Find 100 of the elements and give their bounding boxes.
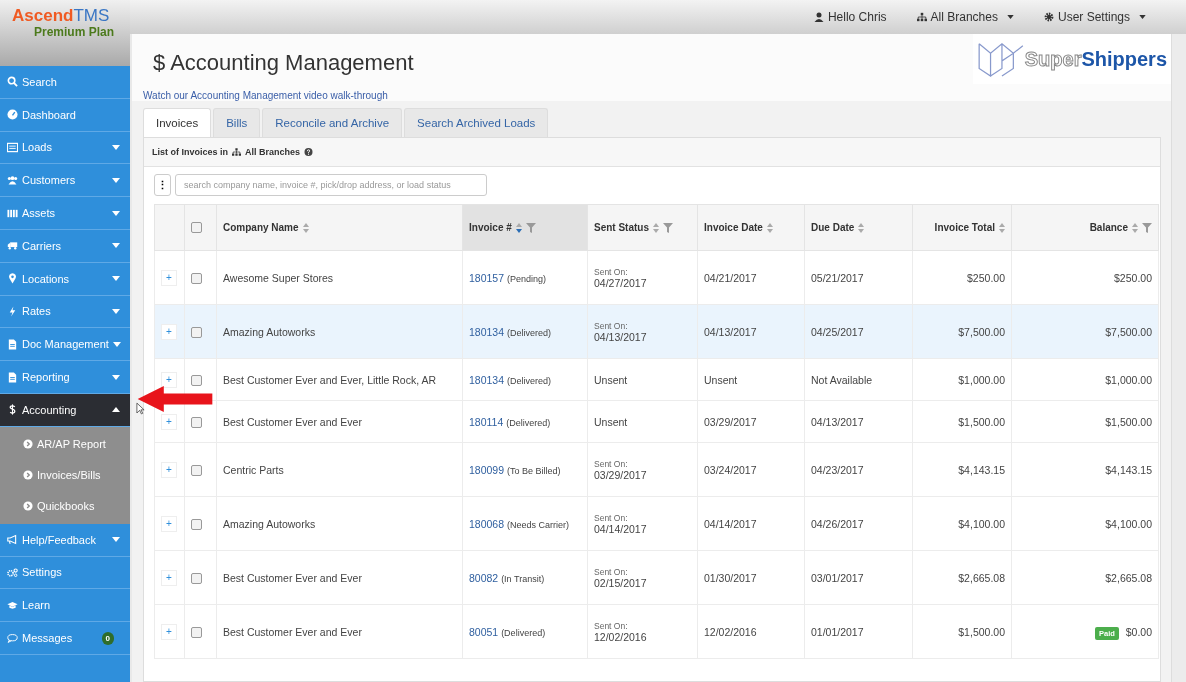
invoice-link[interactable]: 80051 xyxy=(469,625,499,638)
row-checkbox[interactable] xyxy=(191,464,202,476)
sidebar-item[interactable]: Messages 0 xyxy=(0,622,130,655)
page-title: $ Accounting Management xyxy=(153,50,414,76)
invoice-total: $1,500.00 xyxy=(958,415,1005,428)
video-link[interactable]: Watch our Accounting Management video walk-through xyxy=(143,90,414,101)
sort-icon[interactable] xyxy=(302,222,309,233)
sidebar-item[interactable]: Locations xyxy=(0,262,130,296)
column-header[interactable]: Invoice # xyxy=(469,222,512,233)
row-checkbox[interactable] xyxy=(191,374,202,386)
submenu-item-label: AR/AP Report xyxy=(37,438,106,451)
sidebar-item-label: Help/Feedback xyxy=(22,533,97,546)
invoice-date: 01/30/2017 xyxy=(704,571,757,584)
column-header[interactable]: Invoice Date xyxy=(704,222,763,233)
sidebar-item[interactable]: Dashboard xyxy=(0,98,130,132)
invoice-link[interactable]: 180157 xyxy=(469,271,505,284)
search-field[interactable]: search company name, invoice #, pick/drop address, or load status xyxy=(175,174,487,196)
sort-icon[interactable] xyxy=(515,222,522,233)
invoice-link[interactable]: 180114 xyxy=(469,415,504,428)
balance-amount: $1,000.00 xyxy=(1105,373,1152,386)
select-all-checkbox[interactable] xyxy=(191,222,202,234)
submenu-item[interactable]: AR/AP Report xyxy=(0,428,130,460)
sidebar-item[interactable]: Carriers xyxy=(0,230,130,263)
sort-icon[interactable] xyxy=(766,222,773,233)
submenu-item-label: Invoices/Bills xyxy=(37,469,101,482)
balance-amount: $1,500.00 xyxy=(1105,415,1152,428)
invoice-link[interactable]: 180134 xyxy=(469,373,505,386)
sent-on-label: Sent On: xyxy=(594,320,629,331)
chevron-circle-icon xyxy=(23,501,33,512)
invoice-link[interactable]: 180099 xyxy=(469,463,505,476)
user-settings-dropdown[interactable]: User Settings xyxy=(1043,10,1146,24)
expand-row-button[interactable]: + xyxy=(161,461,177,478)
invoice-total: $2,665.08 xyxy=(958,571,1005,584)
submenu-item[interactable]: Quickbooks xyxy=(0,490,130,522)
row-checkbox[interactable] xyxy=(191,518,202,530)
sidebar-item[interactable]: Loads xyxy=(0,131,130,165)
user-greeting[interactable]: Hello Chris xyxy=(813,10,887,24)
column-header[interactable]: Sent Status xyxy=(594,222,649,233)
row-checkbox[interactable] xyxy=(191,572,202,584)
plan-label: Premium Plan xyxy=(33,25,116,39)
sidebar-item-label: Search xyxy=(22,75,58,88)
table-row[interactable]: + Centric Parts 180099 (To Be Billed) Sent On: 03/29/2017 03/24/2017 04/23/2017 $4,143.15 $4,143.15 xyxy=(154,442,1159,497)
sidebar-item[interactable]: Assets xyxy=(0,197,130,230)
column-header[interactable]: Balance xyxy=(1089,222,1128,233)
expand-row-button[interactable]: + xyxy=(161,371,177,388)
table-row[interactable]: + Best Customer Ever and Ever 80082 (In Transit) Sent On: 02/15/2017 01/30/2017 03/01/2017 $2,665.08 $2,665.08 xyxy=(154,550,1159,605)
expand-row-button[interactable]: + xyxy=(161,269,177,286)
row-checkbox[interactable] xyxy=(191,626,202,638)
sent-status: 04/27/2017 xyxy=(594,276,647,289)
sidebar-item[interactable]: Rates xyxy=(0,295,130,329)
sidebar-item[interactable]: Doc Management xyxy=(0,328,130,362)
sort-icon[interactable] xyxy=(858,222,865,233)
row-checkbox[interactable] xyxy=(191,272,202,284)
branches-dropdown[interactable]: All Branches xyxy=(916,10,1014,24)
submenu-item[interactable]: Invoices/Bills xyxy=(0,459,130,491)
sidebar-item[interactable]: Help/Feedback xyxy=(0,523,130,557)
invoice-link[interactable]: 80082 xyxy=(469,571,499,584)
expand-row-button[interactable]: + xyxy=(161,569,177,586)
tab[interactable]: Bills xyxy=(213,108,261,137)
sidebar-item[interactable]: Reporting xyxy=(0,361,130,394)
sent-on-label: Sent On: xyxy=(594,566,629,577)
sort-icon[interactable] xyxy=(999,222,1005,233)
sidebar-item[interactable]: Accounting xyxy=(0,393,130,427)
document-icon xyxy=(7,371,18,383)
sort-icon[interactable] xyxy=(653,222,659,233)
box-logo-icon xyxy=(976,40,1025,78)
expand-row-button[interactable]: + xyxy=(161,413,177,430)
expand-row-button[interactable]: + xyxy=(161,623,177,640)
sidebar-item-label: Reporting xyxy=(22,371,71,384)
column-header[interactable]: Invoice Total xyxy=(934,222,995,233)
table-row[interactable]: + Best Customer Ever and Ever, Little Rock, AR 180134 (Delivered) Unsent Unsent Not Available $1,000.00 $1,000.00 xyxy=(154,358,1159,401)
due-date: 04/26/2017 xyxy=(811,517,864,530)
expand-row-button[interactable]: + xyxy=(161,323,177,340)
invoice-link[interactable]: 180068 xyxy=(469,517,505,530)
row-checkbox[interactable] xyxy=(191,416,202,428)
table-row[interactable]: + Best Customer Ever and Ever 180114 (Delivered) Unsent 03/29/2017 04/13/2017 $1,500.00 $1,500.00 xyxy=(154,400,1159,443)
table-row[interactable]: + Awesome Super Stores 180157 (Pending) Sent On: 04/27/2017 04/21/2017 05/21/2017 $250.00 $250.00 xyxy=(154,250,1159,305)
column-header[interactable]: Due Date xyxy=(811,222,855,233)
sidebar-item[interactable]: Search xyxy=(0,66,130,99)
sent-status: Unsent xyxy=(594,373,628,386)
bolt-icon xyxy=(7,305,18,317)
tab[interactable]: Invoices xyxy=(143,108,212,137)
tab[interactable]: Reconcile and Archive xyxy=(262,108,403,137)
sidebar-item-label: Locations xyxy=(22,272,71,285)
filter-icon[interactable] xyxy=(525,222,536,233)
table-row[interactable]: + Amazing Autoworks 180134 (Delivered) Sent On: 04/13/2017 04/13/2017 04/25/2017 $7,500.00 $7,500.00 xyxy=(154,304,1159,359)
sidebar-item[interactable]: Customers xyxy=(0,164,130,198)
sidebar-item[interactable]: Settings xyxy=(0,556,130,590)
filter-icon[interactable] xyxy=(1142,222,1152,233)
filter-icon[interactable] xyxy=(663,222,673,233)
table-row[interactable]: + Amazing Autoworks 180068 (Needs Carrier) Sent On: 04/14/2017 04/14/2017 04/26/2017 $4,100.00 $4,100.00 xyxy=(154,496,1159,551)
column-header[interactable]: Company Name xyxy=(223,222,299,233)
invoice-total: $7,500.00 xyxy=(958,325,1005,338)
invoice-link[interactable]: 180134 xyxy=(469,325,505,338)
row-checkbox[interactable] xyxy=(191,326,202,338)
options-menu-button[interactable]: ⋮ xyxy=(154,174,171,196)
expand-row-button[interactable]: + xyxy=(161,515,177,532)
tab[interactable]: Search Archived Loads xyxy=(404,108,549,137)
sort-icon[interactable] xyxy=(1132,222,1138,233)
sidebar-item[interactable]: Learn xyxy=(0,589,130,623)
